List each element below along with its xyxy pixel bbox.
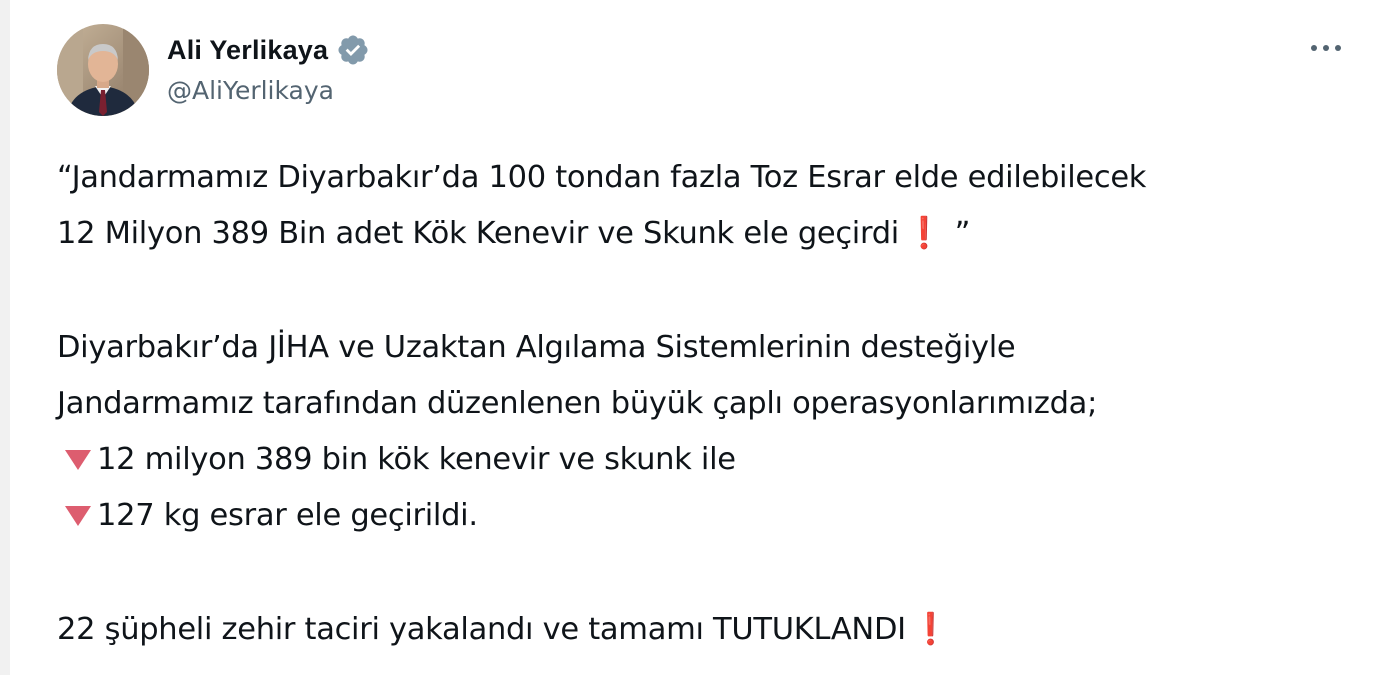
bullet-item-2: 127 kg esrar ele geçirildi. <box>57 488 1377 544</box>
exclamation-icon: ❗ <box>904 216 943 251</box>
tweet-text: “Jandarmamız Diyarbakır’da 100 tondan fa… <box>57 150 1377 658</box>
author-handle[interactable]: @AliYerlikaya <box>167 76 334 105</box>
down-triangle-icon <box>65 505 91 526</box>
more-options-icon <box>1311 45 1341 51</box>
verified-badge-icon <box>338 35 368 65</box>
bullet-item-1: 12 milyon 389 bin kök kenevir ve skunk i… <box>57 432 1377 488</box>
final-line-text: 22 şüpheli zehir taciri yakalandı ve tam… <box>57 612 906 647</box>
avatar[interactable] <box>57 24 149 116</box>
quote-line-2: 12 Milyon 389 Bin adet Kök Kenevir ve Sk… <box>57 206 1377 262</box>
exclamation-icon: ❗ <box>911 612 950 647</box>
tweet-card: Ali Yerlikaya @AliYerlikaya “Jandarmamız… <box>10 0 1386 675</box>
author-name-row: Ali Yerlikaya <box>167 30 370 70</box>
paragraph-line-1: Diyarbakır’da JİHA ve Uzaktan Algılama S… <box>57 330 1016 365</box>
paragraph-line-2: Jandarmamız tarafından düzenlenen büyük … <box>57 386 1098 421</box>
final-line: 22 şüpheli zehir taciri yakalandı ve tam… <box>57 602 1377 658</box>
bullet-item-1-text: 12 milyon 389 bin kök kenevir ve skunk i… <box>97 442 736 477</box>
quote-line-2-text: 12 Milyon 389 Bin adet Kök Kenevir ve Sk… <box>57 216 899 251</box>
author-display-name[interactable]: Ali Yerlikaya <box>167 35 328 66</box>
quote-close-mark: ” <box>954 216 971 251</box>
down-triangle-icon <box>65 449 91 470</box>
more-options-button[interactable] <box>1304 30 1348 66</box>
bullet-item-2-text: 127 kg esrar ele geçirildi. <box>97 498 478 533</box>
left-edge-border <box>0 0 10 675</box>
quote-line-1: “Jandarmamız Diyarbakır’da 100 tondan fa… <box>57 160 1147 195</box>
